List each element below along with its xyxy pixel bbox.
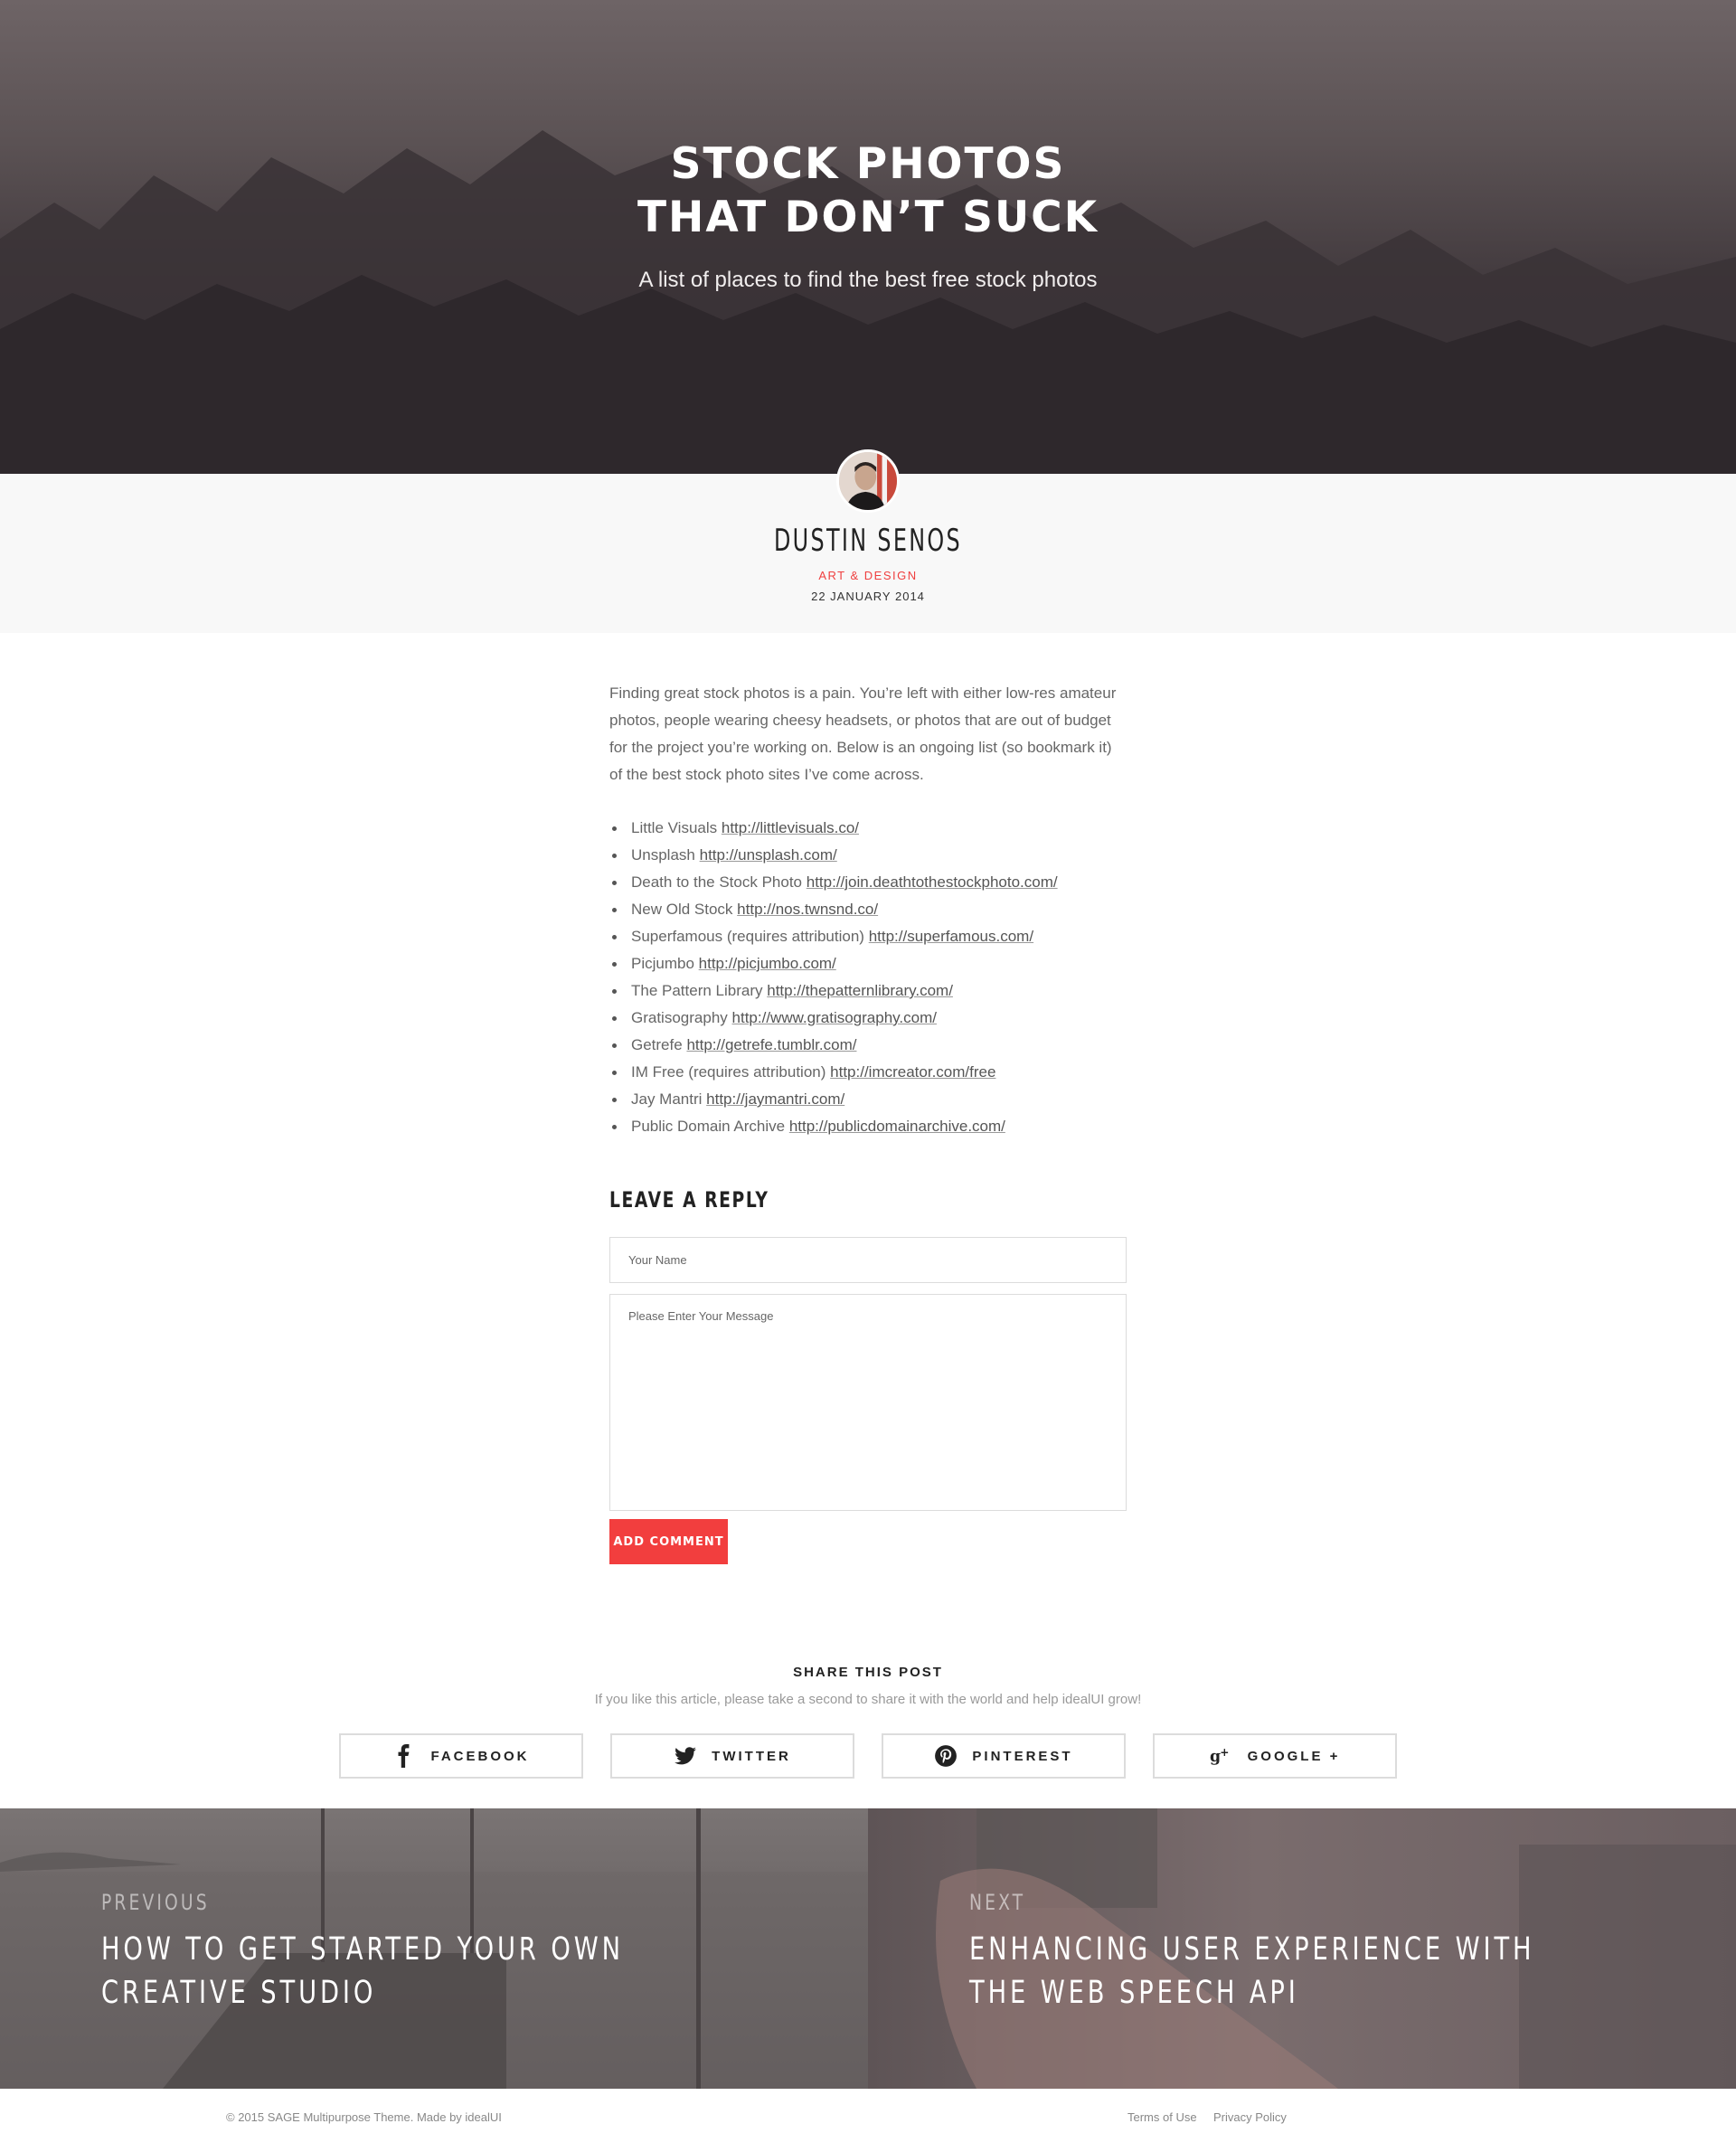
next-post-link[interactable]: NEXT ENHANCING USER EXPERIENCE WITH THE … — [868, 1808, 1736, 2089]
article-intro: Finding great stock photos is a pain. Yo… — [609, 684, 1117, 783]
share-button-label: PINTEREST — [972, 1748, 1073, 1764]
post-title-line-2: THAT DON’T SUCK — [637, 193, 1099, 242]
site-name: Death to the Stock Photo — [631, 873, 803, 891]
post-title-line-1: STOCK PHOTOS — [670, 139, 1066, 189]
site-link[interactable]: http://imcreator.com/free — [830, 1063, 995, 1081]
list-item: Superfamous (requires attribution) http:… — [609, 923, 1127, 950]
name-input[interactable] — [609, 1237, 1127, 1283]
share-twitter-button[interactable]: TWITTER — [610, 1733, 854, 1779]
list-item: IM Free (requires attribution) http://im… — [609, 1059, 1127, 1086]
share-pinterest-button[interactable]: PINTEREST — [882, 1733, 1126, 1779]
post-date: 22 JANUARY 2014 — [811, 590, 925, 603]
message-textarea[interactable] — [609, 1294, 1127, 1511]
author-avatar[interactable] — [836, 449, 900, 513]
avatar-portrait-icon — [839, 452, 897, 510]
article-body: Finding great stock photos is a pain. Yo… — [609, 680, 1127, 1140]
previous-post-title: HOW TO GET STARTED YOUR OWN CREATIVE STU… — [101, 1931, 624, 2011]
list-item: Little Visuals http://littlevisuals.co/ — [609, 815, 1127, 842]
previous-post-link[interactable]: PREVIOUS HOW TO GET STARTED YOUR OWN CRE… — [0, 1808, 868, 2089]
site-name: New Old Stock — [631, 901, 733, 918]
site-name: Gratisography — [631, 1009, 728, 1026]
svg-text:+: + — [1220, 1746, 1231, 1759]
site-name: Getrefe — [631, 1036, 683, 1053]
list-item: Unsplash http://unsplash.com/ — [609, 842, 1127, 869]
share-button-label: TWITTER — [712, 1748, 791, 1764]
site-link[interactable]: http://publicdomainarchive.com/ — [789, 1118, 1005, 1135]
post-category[interactable]: ART & DESIGN — [0, 569, 1736, 582]
pinterest-icon — [935, 1745, 958, 1767]
list-item: Getrefe http://getrefe.tumblr.com/ — [609, 1032, 1127, 1059]
post-title: STOCK PHOTOS THAT DON’T SUCK — [0, 137, 1736, 244]
list-item: Public Domain Archive http://publicdomai… — [609, 1113, 1127, 1140]
site-link[interactable]: http://www.gratisography.com/ — [732, 1009, 937, 1026]
previous-label: PREVIOUS — [101, 1890, 210, 1915]
list-item: Death to the Stock Photo http://join.dea… — [609, 869, 1127, 896]
share-description: If you like this article, please take a … — [594, 1692, 1142, 1707]
terms-link[interactable]: Terms of Use — [1127, 2110, 1197, 2124]
list-item: Picjumbo http://picjumbo.com/ — [609, 950, 1127, 977]
site-link[interactable]: http://picjumbo.com/ — [699, 955, 836, 972]
hero-banner: STOCK PHOTOS THAT DON’T SUCK A list of p… — [0, 0, 1736, 474]
site-name: Superfamous (requires attribution) — [631, 928, 864, 945]
privacy-link[interactable]: Privacy Policy — [1213, 2110, 1287, 2124]
site-name: The Pattern Library — [631, 982, 763, 999]
share-button-label: GOOGLE + — [1247, 1748, 1341, 1764]
site-link[interactable]: http://nos.twnsnd.co/ — [737, 901, 878, 918]
list-item: Gratisography http://www.gratisography.c… — [609, 1005, 1127, 1032]
reply-heading: LEAVE A REPLY — [609, 1187, 769, 1213]
site-name: Picjumbo — [631, 955, 694, 972]
list-item: The Pattern Library http://thepatternlib… — [609, 977, 1127, 1005]
stock-photo-list: Little Visuals http://littlevisuals.co/ … — [609, 815, 1127, 1140]
google-plus-icon: g+ — [1210, 1746, 1231, 1766]
next-post-title: ENHANCING USER EXPERIENCE WITH THE WEB S… — [969, 1931, 1535, 2011]
twitter-icon — [675, 1747, 697, 1765]
site-name: Unsplash — [631, 846, 695, 864]
site-link[interactable]: http://jaymantri.com/ — [706, 1090, 844, 1108]
share-heading: SHARE THIS POST — [793, 1665, 943, 1680]
site-link[interactable]: http://unsplash.com/ — [700, 846, 837, 864]
site-link[interactable]: http://join.deathtothestockphoto.com/ — [807, 873, 1058, 891]
site-link[interactable]: http://superfamous.com/ — [869, 928, 1033, 945]
site-link[interactable]: http://thepatternlibrary.com/ — [767, 982, 953, 999]
site-name: Public Domain Archive — [631, 1118, 786, 1135]
share-facebook-button[interactable]: FACEBOOK — [339, 1733, 583, 1779]
share-google-plus-button[interactable]: g + GOOGLE + — [1153, 1733, 1397, 1779]
next-label: NEXT — [969, 1890, 1026, 1915]
site-link[interactable]: http://getrefe.tumblr.com/ — [686, 1036, 856, 1053]
footer-copyright: © 2015 SAGE Multipurpose Theme. Made by … — [226, 2110, 502, 2124]
site-link[interactable]: http://littlevisuals.co/ — [722, 819, 859, 836]
site-name: Little Visuals — [631, 819, 718, 836]
site-name: IM Free (requires attribution) — [631, 1063, 826, 1081]
list-item: Jay Mantri http://jaymantri.com/ — [609, 1086, 1127, 1113]
facebook-icon — [398, 1744, 410, 1768]
add-comment-button[interactable]: ADD COMMENT — [609, 1519, 728, 1564]
share-button-label: FACEBOOK — [430, 1748, 530, 1764]
author-name[interactable]: DUSTIN SENOS — [191, 523, 1545, 559]
list-item: New Old Stock http://nos.twnsnd.co/ — [609, 896, 1127, 923]
site-name: Jay Mantri — [631, 1090, 703, 1108]
post-subtitle: A list of places to find the best free s… — [638, 268, 1098, 292]
